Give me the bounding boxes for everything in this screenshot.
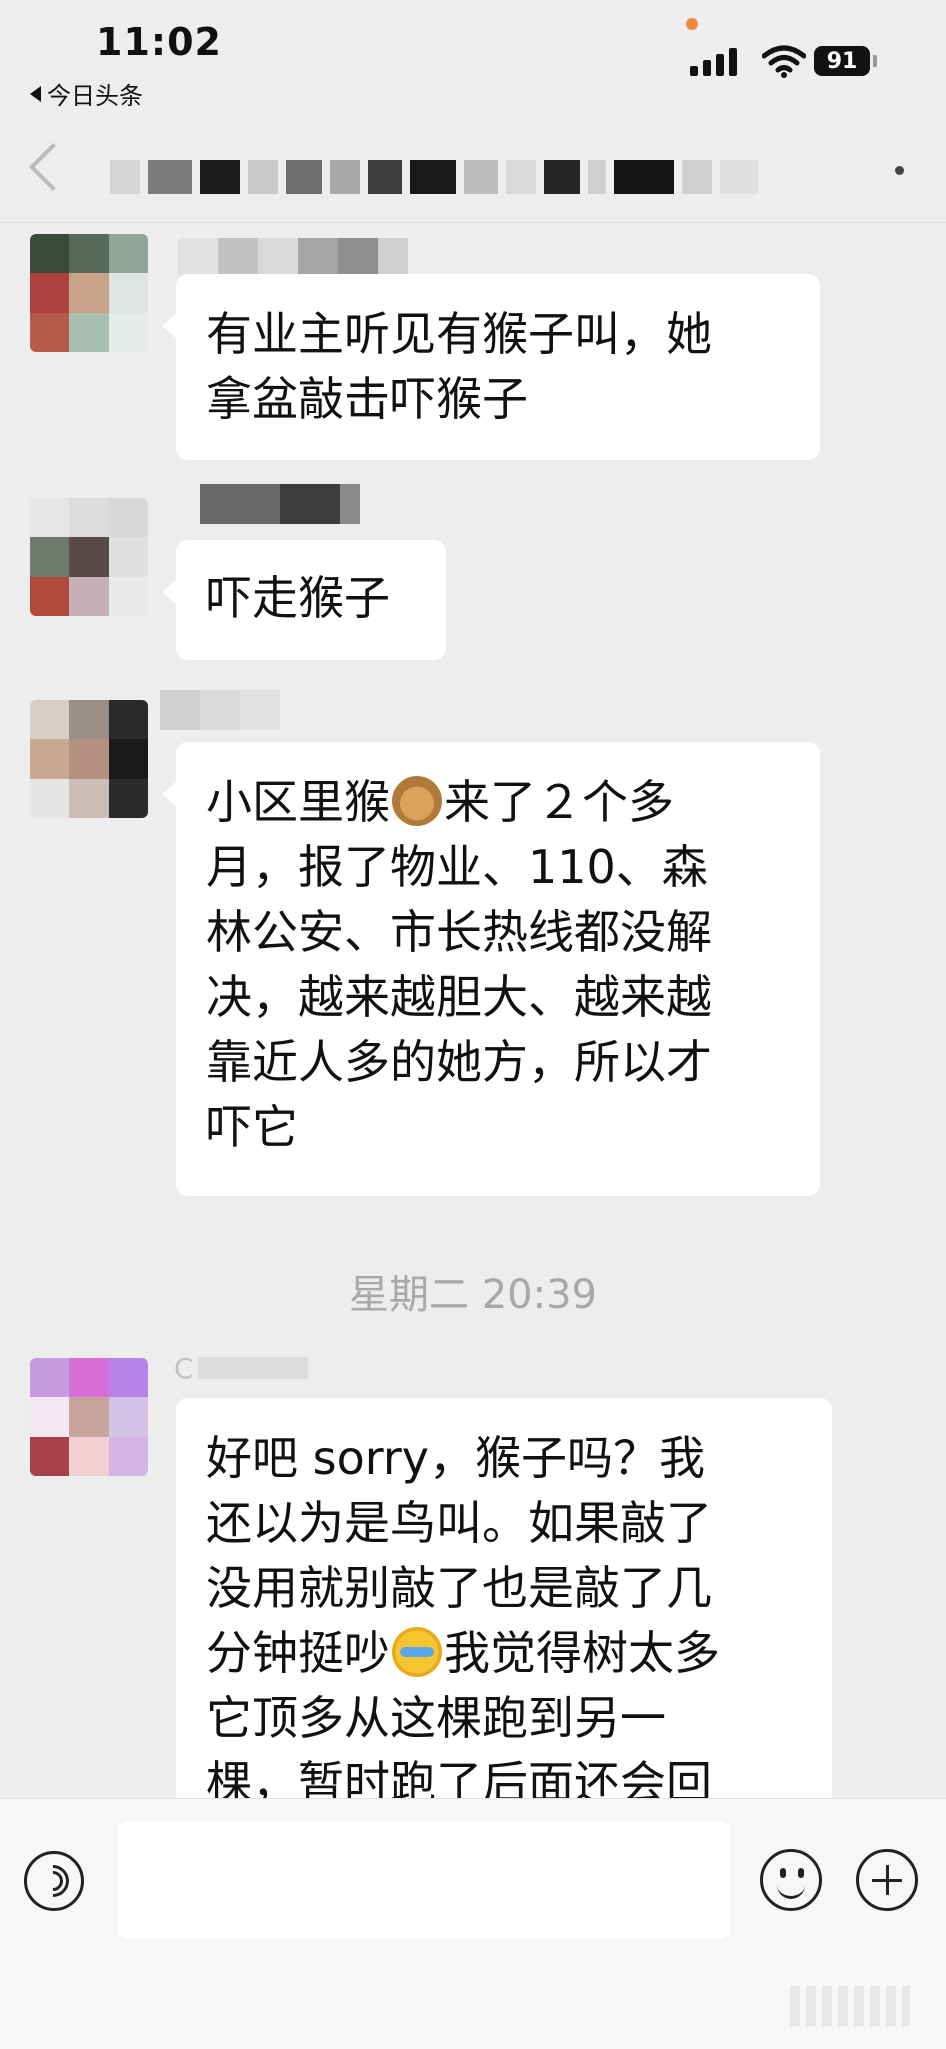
- message-line: 吓它: [206, 1100, 298, 1154]
- chat-title-redacted: [110, 160, 758, 194]
- status-time: 11:02: [96, 20, 222, 64]
- status-bar: 11:02 今日头条 91: [0, 0, 946, 130]
- message-line: 吓走猴子: [206, 571, 390, 625]
- message-bubble[interactable]: 小区里猴 来了２个多 月，报了物业、110、森 林公安、市长热线都没解 决，越来越…: [162, 742, 820, 1196]
- avatar[interactable]: [30, 498, 148, 616]
- message-line: 好吧 sorry，猴子吗？我: [206, 1431, 705, 1485]
- recording-indicator-dot: [686, 18, 698, 30]
- battery-level: 91: [814, 46, 870, 76]
- message-bubble[interactable]: 好吧 sorry，猴子吗？我 还以为是鸟叫。如果敲了 没用就别敲了也是敲了几 分…: [176, 1398, 832, 1818]
- message-input[interactable]: [118, 1821, 730, 1939]
- back-arrow-icon[interactable]: [28, 142, 78, 192]
- avatar[interactable]: [30, 700, 148, 818]
- sender-name-redacted: [178, 238, 408, 278]
- message-line: 拿盆敲击吓猴子: [206, 372, 528, 426]
- message-line: 它顶多从这棵跑到另一: [206, 1691, 666, 1745]
- chat-header: [0, 130, 946, 223]
- add-attachment-icon[interactable]: [856, 1849, 918, 1911]
- avatar[interactable]: [30, 1358, 148, 1476]
- more-options-icon[interactable]: [895, 166, 904, 175]
- voice-input-icon[interactable]: [24, 1851, 84, 1911]
- message-bubble[interactable]: 有业主听见有猴子叫，她 拿盆敲击吓猴子: [162, 274, 820, 460]
- avatar[interactable]: [30, 234, 148, 352]
- message-line: 没用就别敲了也是敲了几: [206, 1561, 712, 1615]
- cellular-signal-icon: [690, 46, 737, 76]
- battery-icon: 91: [814, 46, 877, 76]
- message-bubble[interactable]: 吓走猴子: [162, 540, 446, 660]
- sender-name-redacted: [200, 484, 360, 524]
- chat-input-bar: [0, 1798, 946, 2049]
- back-triangle-icon: [30, 85, 41, 102]
- message-line: 有业主听见有猴子叫，她: [206, 307, 712, 361]
- crying-face-emoji-icon: [392, 1627, 442, 1677]
- emoji-icon[interactable]: [760, 1849, 822, 1911]
- back-app-label: 今日头条: [47, 82, 143, 110]
- wifi-icon: [762, 45, 806, 78]
- monkey-emoji-icon: [392, 776, 442, 826]
- sender-name-partial: C: [174, 1348, 308, 1388]
- message-line: 决，越来越胆大、越来越: [206, 970, 712, 1024]
- sender-name-redacted: [160, 690, 280, 730]
- message-line: 月，报了物业、110、森: [206, 840, 708, 894]
- message-line: 林公安、市长热线都没解: [206, 905, 712, 959]
- watermark: [790, 1986, 910, 2026]
- message-line: 还以为是鸟叫。如果敲了: [206, 1496, 712, 1550]
- chat-timestamp: 星期二 20:39: [349, 1272, 597, 1318]
- back-to-app-link[interactable]: 今日头条: [30, 76, 143, 111]
- message-line: 分钟挺吵 我觉得树太多: [206, 1626, 720, 1680]
- message-line: 靠近人多的她方，所以才: [206, 1035, 712, 1089]
- message-line: 小区里猴 来了２个多: [206, 775, 674, 829]
